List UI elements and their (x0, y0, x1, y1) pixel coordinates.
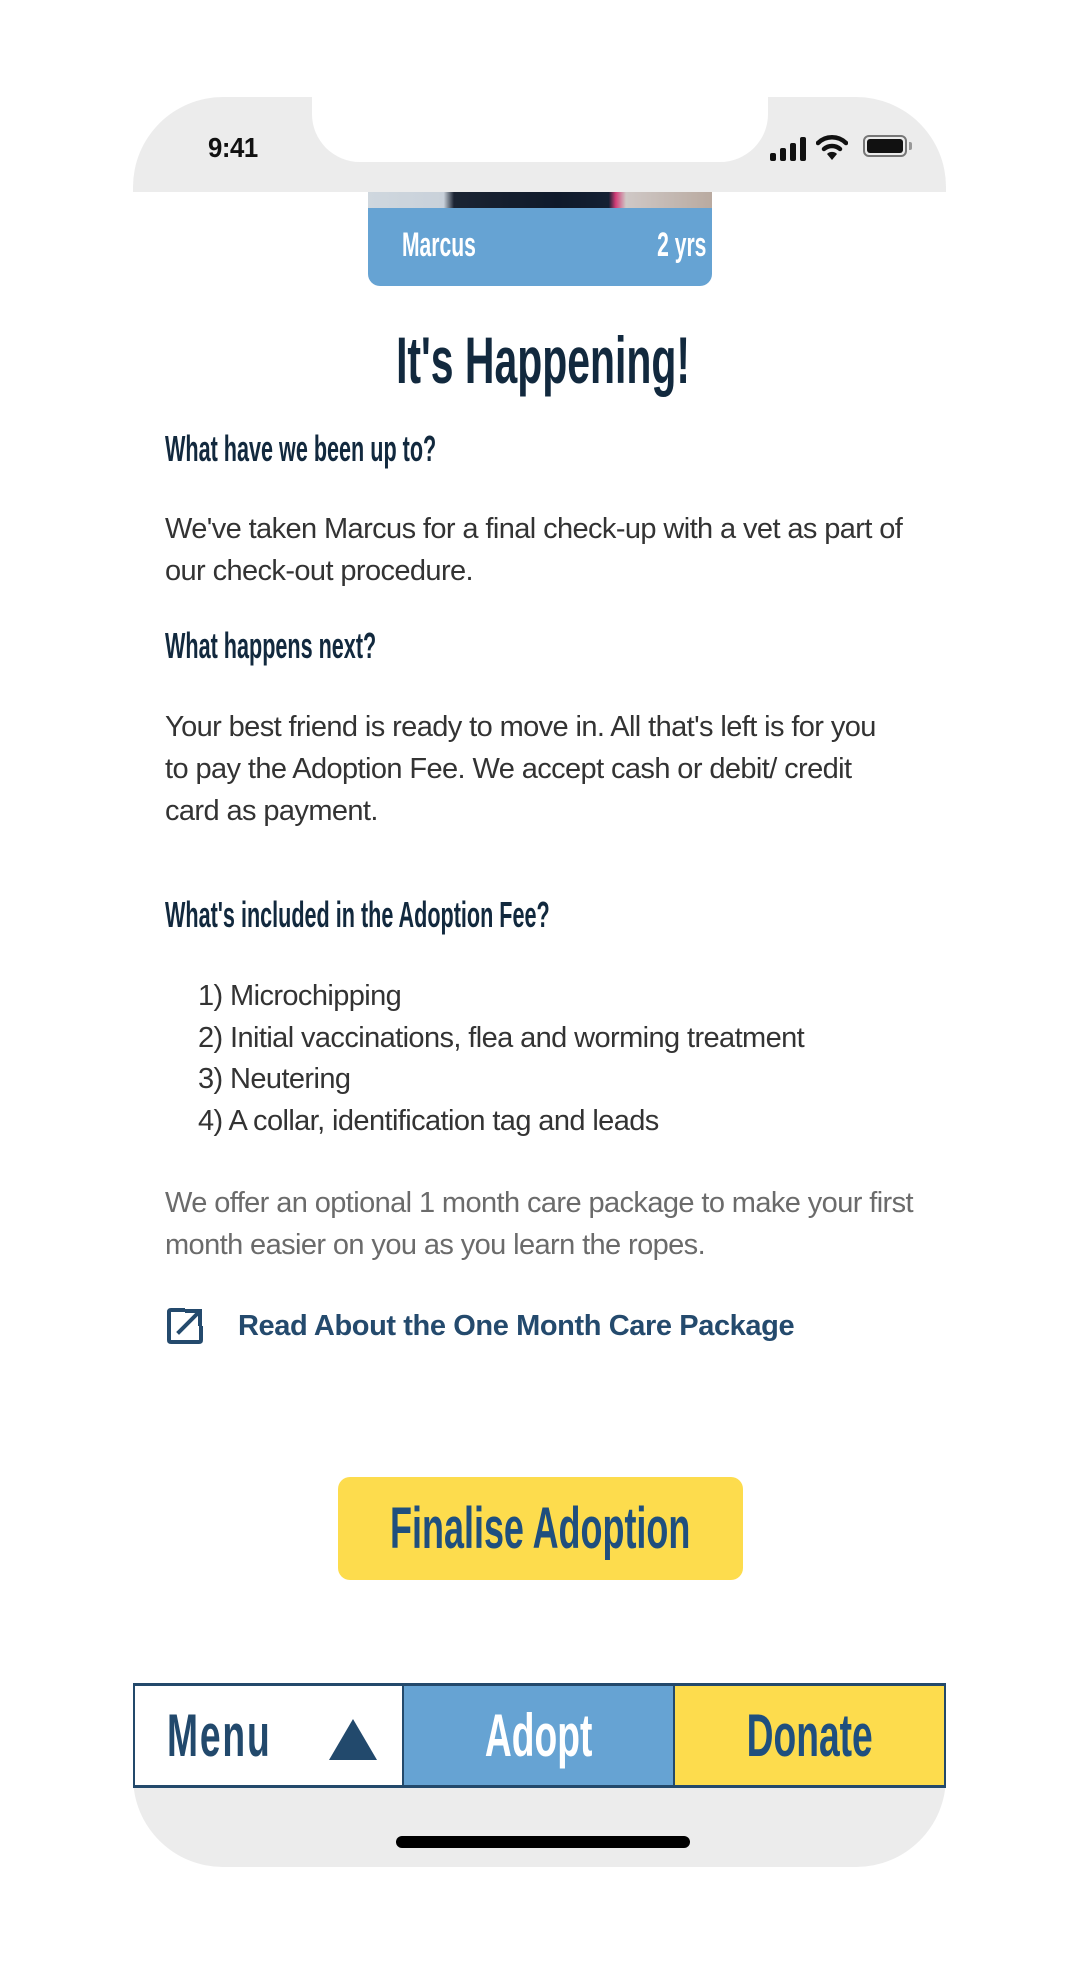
finalise-adoption-button[interactable]: Finalise Adoption (338, 1477, 743, 1580)
tab-menu[interactable]: Menu (133, 1686, 404, 1785)
care-package-link-text[interactable]: Read About the One Month Care Package (238, 1310, 795, 1343)
list-item: 3) Neutering (198, 1063, 351, 1095)
tab-adopt-label: Adopt (484, 1702, 593, 1769)
page-title-text: It's Happening! (396, 323, 690, 397)
battery-cap (909, 142, 912, 150)
fee-inclusions-list: 1) Microchipping 2) Initial vaccinations… (198, 976, 918, 1142)
tab-donate[interactable]: Donate (675, 1686, 946, 1785)
care-package-note: We offer an optional 1 month care packag… (165, 1187, 914, 1261)
tab-donate-label: Donate (746, 1702, 873, 1769)
care-package-link[interactable]: Read About the One Month Care Package (165, 1305, 795, 1347)
page-title: It's Happening! (0, 322, 1086, 398)
section-heading: What's included in the Adoption Fee? (165, 894, 550, 935)
pet-age: 2 yrs (656, 226, 706, 264)
pet-name: Marcus (402, 226, 476, 264)
section-body: Your best friend is ready to move in. Al… (165, 711, 876, 827)
section-heading: What have we been up to? (165, 428, 437, 469)
section-heading: What happens next? (165, 625, 377, 666)
home-indicator[interactable] (396, 1836, 690, 1848)
list-item: 1) Microchipping (198, 980, 402, 1012)
cellular-signal-icon (770, 137, 808, 161)
status-time: 9:41 (208, 132, 258, 163)
bottom-tab-bar: Menu Adopt Donate (133, 1683, 946, 1788)
section-body: We've taken Marcus for a final check-up … (165, 513, 903, 587)
wifi-icon (816, 135, 848, 160)
battery-icon (863, 135, 907, 157)
triangle-up-icon (329, 1719, 377, 1760)
tab-menu-label: Menu (167, 1702, 272, 1769)
tab-adopt[interactable]: Adopt (404, 1686, 675, 1785)
list-item: 4) A collar, identification tag and lead… (198, 1104, 659, 1137)
device-notch (312, 97, 768, 162)
external-link-icon (167, 1308, 203, 1344)
list-item: 2) Initial vaccinations, flea and wormin… (198, 1021, 805, 1054)
pet-photo[interactable] (368, 192, 712, 209)
finalise-adoption-label: Finalise Adoption (390, 1496, 691, 1561)
